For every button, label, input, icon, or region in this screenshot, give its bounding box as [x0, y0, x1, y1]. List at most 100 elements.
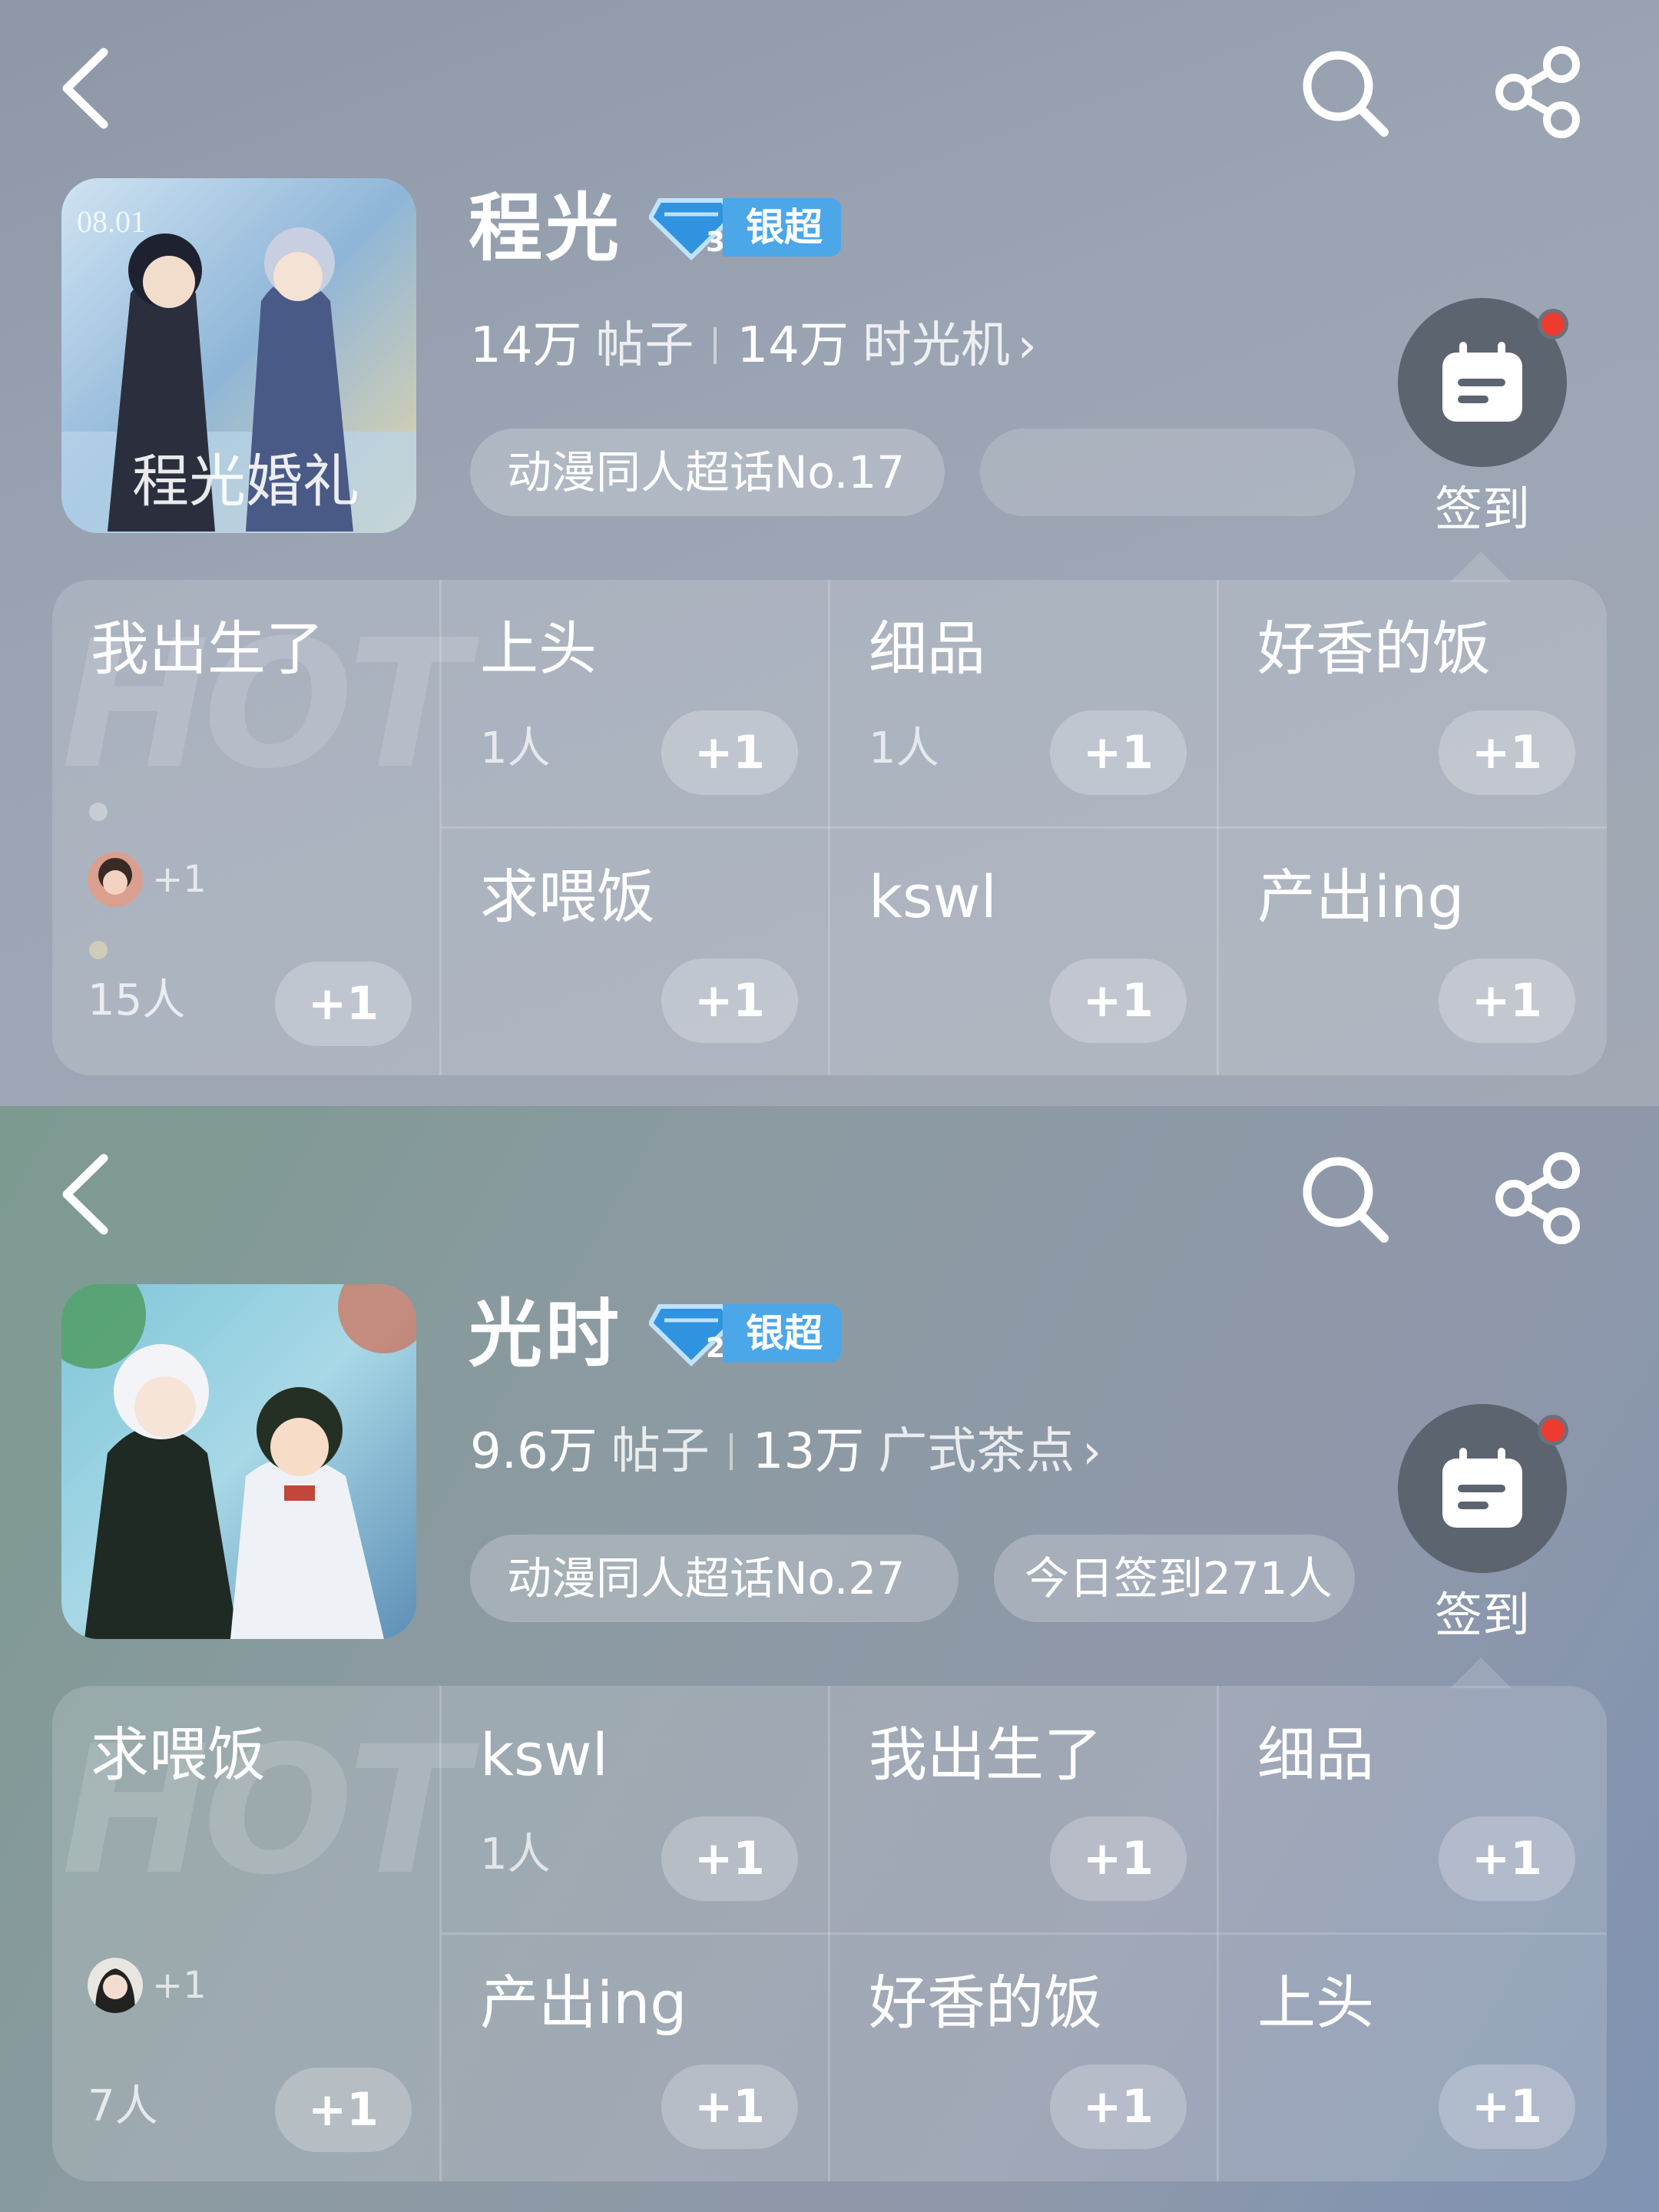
fans-count: 13万	[752, 1423, 865, 1480]
plus-one-button[interactable]: +1	[1439, 959, 1575, 1043]
fans-label[interactable]: 广式茶点	[878, 1417, 1075, 1486]
plus-one-button[interactable]: +1	[1439, 710, 1575, 795]
topic-name: 光时	[469, 1291, 622, 1377]
avatar	[88, 1958, 143, 2013]
checkin-button[interactable]: 签到	[1398, 1404, 1568, 1650]
participant-count: 15人	[88, 975, 186, 1025]
hot-cell[interactable]: 产出ing +1	[1219, 828, 1606, 1075]
level-badge[interactable]: 2 银超	[649, 1300, 841, 1366]
hot-phrase: 细品	[869, 614, 985, 683]
checkin-button[interactable]: 签到	[1398, 298, 1568, 544]
posts-count: 14万	[470, 317, 582, 374]
participant-count: 7人	[88, 2081, 158, 2131]
hot-cell[interactable]: kswl 1人 +1	[442, 1686, 829, 1933]
notification-dot	[1538, 309, 1568, 339]
avatar-plus-text: +1	[152, 858, 207, 901]
avatar	[88, 852, 143, 907]
hot-cell[interactable]: 好香的饭 +1	[1219, 580, 1606, 827]
avatar-row: +1	[88, 849, 207, 910]
hot-phrase: kswl	[480, 1720, 608, 1789]
hot-cell[interactable]: 产出ing +1	[442, 1934, 829, 2181]
posts-count: 9.6万	[470, 1423, 598, 1480]
calendar-icon	[1442, 342, 1522, 422]
hot-cell[interactable]: 细品 1人 +1	[830, 580, 1217, 827]
popover-pointer	[1450, 551, 1512, 582]
hot-featured-cell[interactable]: 求喂饭 +1 7人 +1	[52, 1686, 439, 2181]
calendar-icon	[1442, 1448, 1522, 1528]
plus-one-button[interactable]: +1	[1050, 710, 1187, 795]
plus-one-button[interactable]: +1	[1439, 2065, 1575, 2149]
hot-comments-grid: HOT 求喂饭 +1 7人 +1 kswl 1人 +1 我出生了 +1 细品 +…	[52, 1686, 1607, 2181]
stats-divider	[729, 1433, 733, 1470]
hot-phrase: 我出生了	[91, 614, 324, 683]
hot-cell[interactable]: 我出生了 +1	[830, 1686, 1217, 1933]
hot-phrase: 求喂饭	[480, 863, 655, 931]
fans-count: 14万	[737, 317, 849, 374]
share-icon	[1495, 46, 1580, 138]
checkin-label: 签到	[1434, 481, 1530, 537]
hot-cell[interactable]: 上头 +1	[1219, 1934, 1606, 2181]
stats-divider	[714, 327, 717, 364]
plus-one-button[interactable]: +1	[1050, 959, 1187, 1043]
hot-phrase: kswl	[869, 863, 997, 931]
decor-dot	[89, 803, 108, 821]
hot-cell[interactable]: 上头 1人 +1	[442, 580, 829, 827]
hot-cell[interactable]: kswl +1	[830, 828, 1217, 1075]
share-button[interactable]	[1488, 1148, 1588, 1248]
plus-one-button[interactable]: +1	[661, 959, 798, 1043]
search-icon	[1303, 51, 1389, 137]
search-button[interactable]	[1294, 1148, 1394, 1248]
hot-comments-grid: HOT 我出生了 +1 15人 +1 上头 1人 +1 细品 1人 +1 好香的…	[52, 580, 1607, 1075]
plus-one-button[interactable]: +1	[661, 1816, 798, 1901]
ranking-tag[interactable]: 动漫同人超话No.27	[470, 1535, 959, 1622]
hot-phrase: 上头	[1257, 1969, 1374, 2037]
level-badge-label: 银超	[723, 1304, 841, 1363]
share-button[interactable]	[1488, 42, 1588, 142]
checkin-count-tag[interactable]: 今日签到271人	[994, 1535, 1355, 1622]
plus-one-button[interactable]: +1	[1050, 2065, 1187, 2149]
notification-dot	[1538, 1415, 1568, 1445]
super-topic-card-2: 光时 2 银超 9.6万 帖子 13万 广式茶点 › 动漫同人超话No.27 今…	[0, 1106, 1659, 2212]
hot-featured-cell[interactable]: 我出生了 +1 15人 +1	[52, 580, 439, 1075]
search-icon	[1303, 1157, 1389, 1243]
topic-cover-image[interactable]	[61, 1284, 416, 1639]
topic-name: 程光	[469, 185, 622, 271]
plus-one-button[interactable]: +1	[661, 2065, 798, 2149]
topic-cover-image[interactable]: 程光婚礼 08.01	[61, 178, 416, 533]
level-badge[interactable]: 3 银超	[649, 194, 841, 260]
hot-phrase: 产出ing	[480, 1969, 687, 2037]
participant-count: 1人	[480, 1830, 551, 1879]
hot-phrase: 细品	[1257, 1720, 1374, 1789]
diamond-icon: 2	[649, 1304, 733, 1366]
avatar-plus-text: +1	[152, 1964, 207, 2007]
super-topic-card-1: 程光婚礼 08.01 程光 3 银超 14万 帖子 14万 时光机 › 动漫同人…	[0, 0, 1659, 1106]
plus-one-button[interactable]: +1	[1050, 1816, 1187, 1901]
plus-one-button[interactable]: +1	[661, 710, 798, 795]
hot-cell[interactable]: 好香的饭 +1	[830, 1934, 1217, 2181]
back-button[interactable]	[37, 1144, 137, 1244]
search-button[interactable]	[1294, 42, 1394, 142]
decor-dot	[89, 941, 108, 959]
participant-count: 1人	[480, 724, 551, 773]
topic-stats: 9.6万 帖子 13万 广式茶点 ›	[470, 1417, 1101, 1486]
cover-illustration: 程光婚礼 08.01	[61, 178, 416, 533]
fans-label[interactable]: 时光机	[863, 311, 1010, 380]
posts-label: 帖子	[595, 317, 694, 374]
participant-count: 1人	[869, 724, 939, 773]
avatar-row: +1	[88, 1955, 207, 2016]
back-button[interactable]	[37, 38, 137, 138]
hot-cell[interactable]: 求喂饭 +1	[442, 828, 829, 1075]
plus-one-button[interactable]: +1	[275, 962, 412, 1046]
plus-one-button[interactable]: +1	[1439, 1816, 1575, 1901]
cover-illustration	[61, 1284, 416, 1639]
ranking-tag[interactable]: 动漫同人超话No.17	[470, 429, 945, 516]
hot-phrase: 求喂饭	[91, 1720, 266, 1789]
chevron-right-icon[interactable]: ›	[1018, 311, 1037, 380]
hot-phrase: 上头	[480, 614, 597, 683]
popover-pointer	[1450, 1657, 1512, 1688]
chevron-right-icon[interactable]: ›	[1082, 1417, 1101, 1486]
plus-one-button[interactable]: +1	[275, 2068, 412, 2152]
checkin-count-tag[interactable]	[980, 429, 1355, 516]
hot-cell[interactable]: 细品 +1	[1219, 1686, 1606, 1933]
chevron-left-icon	[62, 1154, 108, 1235]
